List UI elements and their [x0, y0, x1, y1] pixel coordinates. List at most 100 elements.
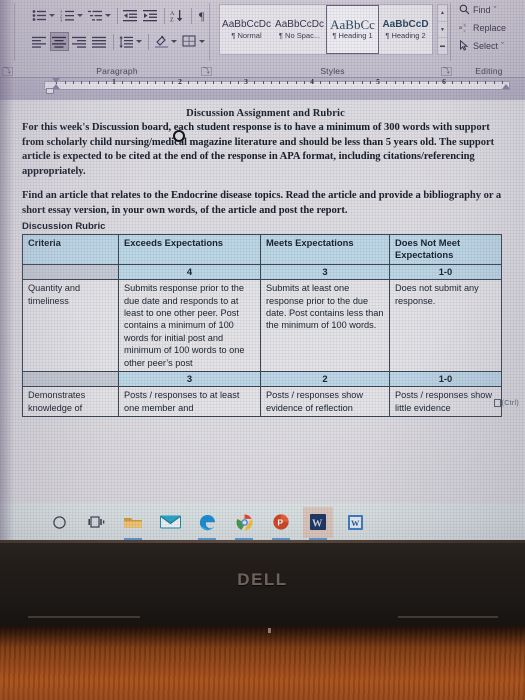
cortana-icon[interactable] [48, 511, 70, 533]
ruler-tick [122, 81, 123, 84]
multilevel-list-icon[interactable] [86, 6, 105, 25]
numbering-icon[interactable]: 1 2 3 [58, 6, 77, 25]
find-dropdown-icon[interactable]: ˇ [494, 5, 497, 15]
ruler-tick [65, 81, 66, 84]
borders-dropdown-icon[interactable] [199, 40, 205, 43]
increase-indent-icon[interactable] [141, 6, 160, 25]
styles-gallery-scrollbar[interactable]: ▲ ▼ ▬ [437, 4, 448, 55]
file-explorer-icon[interactable] [122, 511, 144, 540]
align-left-icon[interactable] [30, 32, 49, 51]
ruler-number: 2 [178, 77, 182, 86]
document-page[interactable]: Discussion Assignment and Rubric For thi… [0, 100, 525, 503]
divider [148, 33, 149, 50]
ruler-tick [263, 81, 264, 84]
select-button[interactable]: Select ˇ [459, 40, 504, 51]
align-right-icon[interactable] [70, 32, 89, 51]
show-formatting-marks-icon[interactable]: ¶ [195, 6, 214, 25]
ribbon-group-paragraph: 1 2 3 A Z ¶ Paragraph ⤵ [22, 0, 212, 78]
font-dialog-launcher[interactable]: ⤵ [2, 67, 13, 76]
word-icon-second[interactable]: W [344, 511, 366, 533]
style-sample: AaBbCc [330, 17, 375, 32]
page-content: Discussion Assignment and Rubric For thi… [22, 108, 509, 418]
paragraph-dialog-launcher[interactable]: ⤵ [201, 67, 212, 76]
styles-scroll-down-button[interactable]: ▼ [438, 22, 447, 39]
right-indent-marker[interactable] [502, 84, 510, 89]
style-heading-2[interactable]: AaBbCcD ¶ Heading 2 [379, 5, 432, 54]
ruler-tick [139, 81, 140, 84]
task-view-icon[interactable] [85, 511, 107, 533]
svg-text:c: c [464, 28, 466, 33]
ruler-tick [197, 81, 198, 84]
windows-taskbar[interactable]: P W W [0, 503, 525, 543]
word-icon-active[interactable]: W [303, 507, 333, 540]
style-normal[interactable]: AaBbCcDc ¶ Normal [220, 5, 273, 54]
pointer-icon [459, 40, 470, 51]
first-line-indent-marker[interactable] [52, 78, 60, 83]
mail-icon[interactable] [159, 511, 181, 533]
shading-dropdown-icon[interactable] [171, 40, 177, 43]
paragraph-1: For this week's Discussion board, each s… [22, 122, 495, 177]
powerpoint-icon[interactable]: P [270, 511, 292, 540]
score-blank [22, 263, 119, 281]
score-meets: 2 [260, 370, 390, 388]
justify-icon[interactable] [90, 32, 109, 51]
ruler-number: 5 [376, 77, 380, 86]
ruler-number: 3 [244, 77, 248, 86]
style-sample: AaBbCcDc [275, 19, 324, 30]
find-button[interactable]: Find ˇ [459, 4, 497, 15]
svg-text:b: b [464, 23, 466, 28]
ruler-tick [155, 81, 156, 84]
ruler-tick [436, 81, 437, 84]
style-heading-1[interactable]: AaBbCc ¶ Heading 1 [326, 5, 379, 54]
svg-text:W: W [312, 518, 323, 529]
ruler-tick [428, 81, 429, 84]
svg-text:W: W [351, 519, 360, 528]
select-dropdown-icon[interactable]: ˇ [501, 41, 504, 51]
sort-icon[interactable]: A Z [168, 6, 187, 25]
ruler-tick [254, 81, 255, 84]
chrome-icon[interactable] [233, 511, 255, 540]
multilevel-dropdown-icon[interactable] [105, 14, 111, 17]
header-criteria: Criteria [22, 233, 119, 265]
bullets-dropdown-icon[interactable] [49, 14, 55, 17]
decrease-indent-icon[interactable] [121, 6, 140, 25]
ruler-tick [213, 81, 214, 84]
horizontal-ruler[interactable]: 1 2 3 4 5 6 [0, 77, 525, 100]
ruler-tick [81, 81, 82, 84]
svg-text:¶: ¶ [199, 9, 205, 22]
find-label: Find [473, 4, 491, 15]
style-no-spacing[interactable]: AaBbCcDc ¶ No Spac... [273, 5, 326, 54]
ruler-tick [238, 81, 239, 84]
styles-more-button[interactable]: ▬ [438, 38, 447, 54]
line-spacing-icon[interactable] [117, 32, 136, 51]
ruler-tick [411, 81, 412, 84]
styles-scroll-up-button[interactable]: ▲ [438, 5, 447, 22]
cell-criteria: Quantity and timeliness [22, 279, 119, 372]
svg-text:P: P [277, 518, 283, 528]
bullets-icon[interactable] [30, 6, 49, 25]
dell-logo: DELL [237, 570, 287, 590]
borders-icon[interactable] [180, 32, 199, 51]
ruler-tick [469, 81, 470, 84]
paste-options-icon[interactable]: (Ctrl) [493, 399, 519, 407]
align-center-icon[interactable] [50, 32, 69, 51]
svg-text:3: 3 [60, 18, 63, 22]
left-margin-stop[interactable] [46, 88, 54, 94]
ruler-tick [221, 81, 222, 84]
styles-dialog-launcher[interactable]: ⤵ [441, 67, 452, 76]
table-score-row: 4 3 1-0 [22, 263, 502, 281]
ribbon-divider [209, 3, 210, 61]
styles-gallery[interactable]: AaBbCcDc ¶ Normal AaBbCcDc ¶ No Spac... [219, 4, 433, 55]
table-row: Quantity and timeliness Submits response… [22, 279, 502, 372]
score-exceeds: 4 [118, 263, 261, 281]
edge-icon[interactable] [196, 511, 218, 540]
replace-button[interactable]: a b c Replace [459, 22, 507, 34]
shading-icon[interactable] [152, 32, 171, 51]
replace-label: Replace [473, 22, 507, 33]
line-spacing-dropdown-icon[interactable] [136, 40, 142, 43]
ruler-tick [477, 81, 478, 84]
magnifier-icon [459, 4, 470, 15]
numbering-dropdown-icon[interactable] [77, 14, 83, 17]
replace-abc-icon: a b c [459, 22, 470, 33]
ribbon-divider [450, 3, 451, 61]
